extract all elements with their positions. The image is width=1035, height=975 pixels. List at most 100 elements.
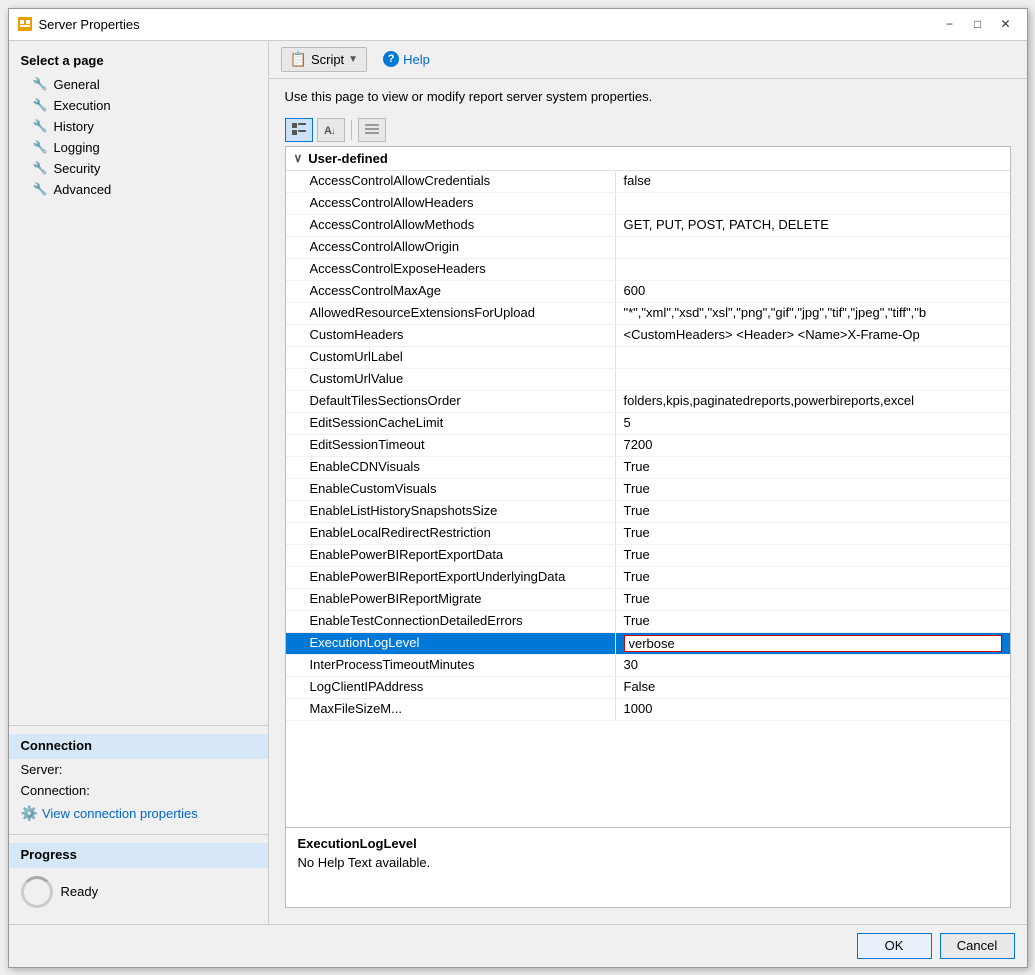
sidebar-item-label-logging: Logging <box>53 140 99 155</box>
table-row[interactable]: AccessControlAllowOrigin <box>286 237 1010 259</box>
script-icon: 📋 <box>290 51 307 68</box>
sidebar-item-logging[interactable]: 🔧 Logging <box>9 137 268 158</box>
page-select-section: Select a page 🔧 General 🔧 Execution 🔧 Hi… <box>9 41 268 208</box>
prop-value-cell: True <box>616 567 1010 588</box>
table-row[interactable]: CustomHeaders<CustomHeaders> <Header> <N… <box>286 325 1010 347</box>
table-row[interactable]: AccessControlExposeHeaders <box>286 259 1010 281</box>
help-button[interactable]: ? Help <box>375 48 438 70</box>
section-header: ∨ User-defined <box>286 147 1010 171</box>
prop-name-cell: ExecutionLogLevel <box>286 633 616 654</box>
description-area: Use this page to view or modify report s… <box>269 79 1027 114</box>
connection-row: Connection: <box>9 780 268 801</box>
maximize-button[interactable]: □ <box>965 14 991 34</box>
script-button[interactable]: 📋 Script ▼ <box>281 47 368 72</box>
property-table: ∨ User-defined AccessControlAllowCredent… <box>286 147 1010 827</box>
table-row[interactable]: MaxFileSizeM...1000 <box>286 699 1010 721</box>
prop-value-cell: True <box>616 545 1010 566</box>
help-circle-icon: ? <box>383 51 399 67</box>
connection-label: Connection: <box>21 783 90 798</box>
view-connection-link[interactable]: ⚙️ View connection properties <box>9 801 268 826</box>
table-row[interactable]: CustomUrlLabel <box>286 347 1010 369</box>
prop-value-cell: True <box>616 457 1010 478</box>
prop-value-cell: 5 <box>616 413 1010 434</box>
prop-name-cell: EnableLocalRedirectRestriction <box>286 523 616 544</box>
close-button[interactable]: ✕ <box>993 14 1019 34</box>
progress-content: Ready <box>9 868 268 916</box>
table-row[interactable]: InterProcessTimeoutMinutes30 <box>286 655 1010 677</box>
help-label: Help <box>403 52 430 67</box>
sidebar-item-history[interactable]: 🔧 History <box>9 116 268 137</box>
prop-value-cell: 7200 <box>616 435 1010 456</box>
prop-name-cell: EnableCDNVisuals <box>286 457 616 478</box>
prop-value-cell <box>616 237 1010 258</box>
prop-name-cell: MaxFileSizeM... <box>286 699 616 720</box>
table-row[interactable]: DefaultTilesSectionsOrderfolders,kpis,pa… <box>286 391 1010 413</box>
progress-section: Progress Ready <box>9 834 268 924</box>
sidebar-item-label-history: History <box>53 119 93 134</box>
sidebar-item-advanced[interactable]: 🔧 Advanced <box>9 179 268 200</box>
prop-name-cell: AllowedResourceExtensionsForUpload <box>286 303 616 324</box>
prop-value-cell <box>616 369 1010 390</box>
table-row[interactable]: EnableListHistorySnapshotsSizeTrue <box>286 501 1010 523</box>
sidebar-item-security[interactable]: 🔧 Security <box>9 158 268 179</box>
table-row[interactable]: EnableCustomVisualsTrue <box>286 479 1010 501</box>
section-collapse-arrow[interactable]: ∨ <box>294 151 303 165</box>
table-row[interactable]: AccessControlAllowMethodsGET, PUT, POST,… <box>286 215 1010 237</box>
prop-value-cell: "*","xml","xsd","xsl","png","gif","jpg",… <box>616 303 1010 324</box>
prop-name-cell: EnablePowerBIReportExportUnderlyingData <box>286 567 616 588</box>
sidebar-item-execution[interactable]: 🔧 Execution <box>9 95 268 116</box>
table-row[interactable]: EnableLocalRedirectRestrictionTrue <box>286 523 1010 545</box>
prop-name-cell: EditSessionCacheLimit <box>286 413 616 434</box>
app-icon <box>17 16 33 32</box>
prop-name-cell: InterProcessTimeoutMinutes <box>286 655 616 676</box>
prop-value-cell: <CustomHeaders> <Header> <Name>X-Frame-O… <box>616 325 1010 346</box>
prop-name-cell: AccessControlAllowMethods <box>286 215 616 236</box>
wrench-icon-sec: 🔧 <box>33 161 48 175</box>
table-row[interactable]: EnableTestConnectionDetailedErrorsTrue <box>286 611 1010 633</box>
minimize-button[interactable]: − <box>937 14 963 34</box>
prop-name-cell: CustomUrlValue <box>286 369 616 390</box>
progress-spinner <box>21 876 53 908</box>
table-row[interactable]: AccessControlAllowHeaders <box>286 193 1010 215</box>
sidebar: Select a page 🔧 General 🔧 Execution 🔧 Hi… <box>9 41 269 924</box>
table-row[interactable]: AllowedResourceExtensionsForUpload"*","x… <box>286 303 1010 325</box>
table-row[interactable]: EditSessionCacheLimit5 <box>286 413 1010 435</box>
table-row[interactable]: AccessControlAllowCredentialsfalse <box>286 171 1010 193</box>
table-row[interactable]: EditSessionTimeout7200 <box>286 435 1010 457</box>
prop-name-cell: AccessControlExposeHeaders <box>286 259 616 280</box>
connection-title: Connection <box>9 734 268 759</box>
prop-name-cell: EnableTestConnectionDetailedErrors <box>286 611 616 632</box>
sidebar-item-label-security: Security <box>53 161 100 176</box>
cancel-button[interactable]: Cancel <box>940 933 1015 959</box>
toolbar: 📋 Script ▼ ? Help <box>269 41 1027 79</box>
properties-view-button[interactable] <box>358 118 386 142</box>
table-row[interactable]: EnablePowerBIReportExportUnderlyingDataT… <box>286 567 1010 589</box>
prop-value-cell: 1000 <box>616 699 1010 720</box>
table-row[interactable]: AccessControlMaxAge600 <box>286 281 1010 303</box>
prop-value-input[interactable] <box>624 635 1002 652</box>
alpha-sort-button[interactable]: A ↓ <box>317 118 345 142</box>
ok-button[interactable]: OK <box>857 933 932 959</box>
table-row[interactable]: LogClientIPAddressFalse <box>286 677 1010 699</box>
prop-name-cell: AccessControlAllowHeaders <box>286 193 616 214</box>
prop-value-cell: True <box>616 589 1010 610</box>
footer: OK Cancel <box>9 924 1027 967</box>
table-row[interactable]: ExecutionLogLevel <box>286 633 1010 655</box>
description-text: Use this page to view or modify report s… <box>285 89 653 104</box>
table-row[interactable]: EnablePowerBIReportExportDataTrue <box>286 545 1010 567</box>
properties-panel: ∨ User-defined AccessControlAllowCredent… <box>285 146 1011 908</box>
table-row[interactable]: EnableCDNVisualsTrue <box>286 457 1010 479</box>
prop-value-cell <box>616 193 1010 214</box>
table-row[interactable]: CustomUrlValue <box>286 369 1010 391</box>
view-connection-label: View connection properties <box>42 806 198 821</box>
wrench-icon-exec: 🔧 <box>33 98 48 112</box>
sidebar-spacer <box>9 208 268 725</box>
prop-value-cell: 30 <box>616 655 1010 676</box>
table-row[interactable]: EnablePowerBIReportMigrateTrue <box>286 589 1010 611</box>
category-view-button[interactable] <box>285 118 313 142</box>
prop-value-cell: GET, PUT, POST, PATCH, DELETE <box>616 215 1010 236</box>
prop-value-cell[interactable] <box>616 633 1010 654</box>
sidebar-item-general[interactable]: 🔧 General <box>9 74 268 95</box>
view-toolbar: A ↓ <box>269 114 1027 146</box>
help-panel: ExecutionLogLevel No Help Text available… <box>286 827 1010 907</box>
